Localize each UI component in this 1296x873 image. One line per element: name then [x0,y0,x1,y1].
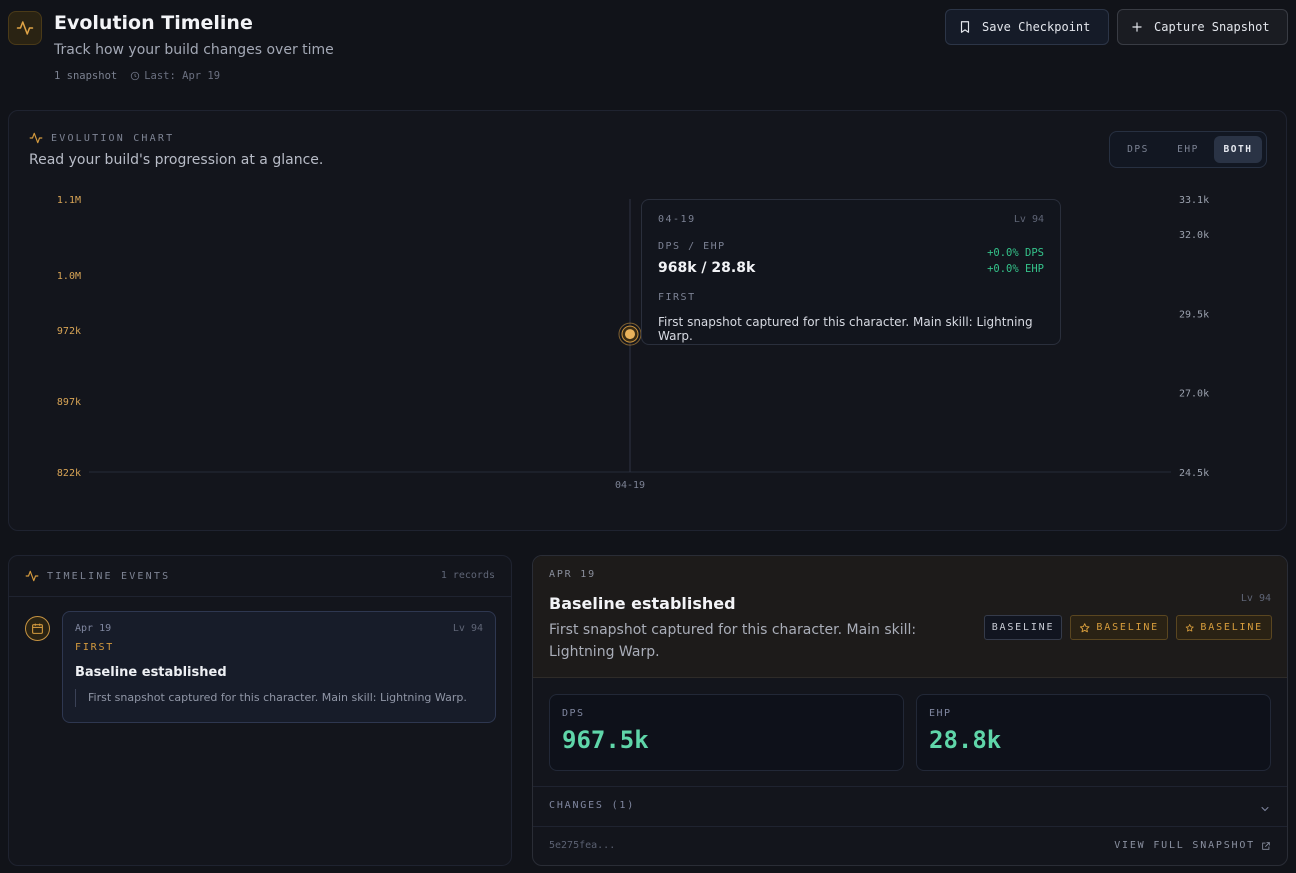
baseline-star-badge: BASELINE [1176,615,1272,640]
page-subtitle: Track how your build changes over time [54,42,334,58]
dps-stat-value: 967.5k [562,726,649,754]
baseline-badge-label: BASELINE [991,622,1055,633]
left-axis-tick-label: 1.1M [57,195,81,206]
snapshot-count: 1 snapshot [54,70,118,82]
baseline-badge-label: BASELINE [1096,622,1159,633]
divider [533,826,1287,827]
capture-snapshot-label: Capture Snapshot [1154,20,1270,34]
detail-date: APR 19 [549,569,596,580]
event-note: First snapshot captured for this charact… [75,689,467,707]
snapshot-hash: 5e275fea... [549,840,616,851]
event-level: Lv 94 [452,623,483,634]
timeline-label-text: TIMELINE EVENTS [47,570,171,582]
event-date: Apr 19 [75,623,112,634]
timeline-events-panel: TIMELINE EVENTS 1 records Apr 19 Lv 94 F… [8,555,512,866]
external-link-icon [1262,841,1270,850]
plus-icon [1132,22,1142,32]
timeline-record-count: 1 records [440,570,495,581]
chevron-down-icon[interactable] [1259,800,1271,819]
chart-tooltip: 04-19 Lv 94 DPS / EHP 968k / 28.8k +0.0%… [641,199,1061,345]
star-icon [1079,622,1090,632]
divider [9,596,511,597]
dps-stat-label: DPS [562,708,585,719]
tooltip-value: 968k / 28.8k [658,260,756,276]
view-full-snapshot-label: VIEW FULL SNAPSHOT [1114,840,1255,851]
tooltip-metric-label: DPS / EHP [658,241,726,252]
ehp-stat-label: EHP [929,708,952,719]
activity-icon [25,570,39,582]
bookmark-icon [960,21,970,33]
dps-stat: DPS 967.5k [549,694,904,771]
right-axis-tick-label: 32.0k [1179,230,1209,241]
baseline-star-badge: BASELINE [1070,615,1168,640]
right-axis-tick-label: 33.1k [1179,195,1209,206]
changes-toggle[interactable]: CHANGES (1) [549,800,635,811]
clock-icon [131,71,140,81]
baseline-badge: BASELINE [984,615,1062,640]
snapshot-detail-panel: APR 19 Baseline established First snapsh… [532,555,1288,866]
baseline-badge-label: BASELINE [1200,622,1263,633]
capture-snapshot-button[interactable]: Capture Snapshot [1117,9,1288,45]
last-snapshot-text: Last: Apr 19 [144,70,221,82]
tooltip-delta-ehp: +0.0% EHP [987,263,1044,275]
left-axis-tick-label: 1.0M [57,271,81,282]
divider [533,786,1287,787]
left-axis-tick-label: 897k [57,397,81,408]
timeline-event-item[interactable]: Apr 19 Lv 94 FIRST Baseline established … [62,611,496,723]
tooltip-date: 04-19 [658,214,696,225]
logo-icon [8,11,42,45]
event-title: Baseline established [75,665,227,680]
left-axis-tick-label: 972k [57,326,81,337]
header-meta: 1 snapshot Last: Apr 19 [54,70,220,82]
detail-title: Baseline established [549,594,736,613]
event-tag: FIRST [75,642,115,653]
calendar-icon [25,616,50,641]
save-checkpoint-label: Save Checkpoint [982,20,1091,34]
evolution-chart-card: EVOLUTION CHART Read your build's progre… [8,110,1287,531]
timeline-section-label: TIMELINE EVENTS [25,569,170,583]
save-checkpoint-button[interactable]: Save Checkpoint [945,9,1109,45]
right-axis-tick-label: 27.0k [1179,389,1209,400]
detail-header: APR 19 Baseline established First snapsh… [533,556,1287,678]
tooltip-level: Lv 94 [1013,214,1044,225]
detail-description: First snapshot captured for this charact… [549,622,917,660]
tooltip-tag: FIRST [658,292,696,303]
tooltip-delta-dps: +0.0% DPS [987,247,1044,259]
tooltip-note: First snapshot captured for this charact… [658,315,1033,343]
data-point [625,329,635,340]
x-axis-tick-label: 04-19 [615,480,645,491]
right-axis-tick-label: 29.5k [1179,309,1209,320]
left-axis-tick-label: 822k [57,468,81,479]
star-icon [1185,623,1194,632]
last-snapshot: Last: Apr 19 [130,70,220,82]
view-full-snapshot-link[interactable]: VIEW FULL SNAPSHOT [1114,840,1271,851]
right-axis-tick-label: 24.5k [1179,468,1209,479]
page-title: Evolution Timeline [54,12,253,34]
ehp-stat-value: 28.8k [929,726,1002,754]
detail-level: Lv 94 [1240,593,1271,604]
ehp-stat: EHP 28.8k [916,694,1271,771]
